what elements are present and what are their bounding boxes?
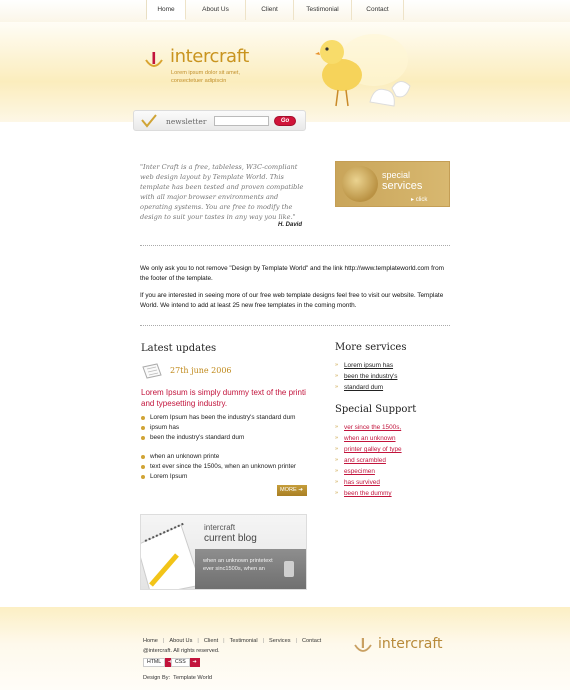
blog-text: when an unknown printetext ever sinc1500…: [203, 558, 273, 572]
nav-about-us[interactable]: About Us: [186, 0, 246, 20]
list-item[interactable]: » Lorem ipsum has: [335, 360, 450, 371]
design-credit: Design By: Template World: [143, 675, 212, 681]
list-item[interactable]: » been the dummy: [335, 488, 450, 499]
list-item[interactable]: » has survived: [335, 477, 450, 488]
footer-nav: Home | About Us | Client | Testimonial | Ser…: [143, 638, 322, 644]
double-arrow-icon: »: [335, 446, 339, 452]
double-arrow-icon: »: [335, 362, 339, 368]
special-services-banner[interactable]: special services ▸ click: [335, 161, 450, 207]
template-world-link[interactable]: Template World: [173, 675, 212, 681]
newsletter-go-button[interactable]: Go: [274, 116, 296, 126]
footer-link-about[interactable]: About Us: [169, 638, 192, 644]
chick-illustration: [315, 34, 411, 107]
double-arrow-icon: »: [335, 435, 339, 441]
copyright: @intercraft. All rights reserved.: [143, 648, 220, 654]
footer-logo-text: intercraft: [378, 636, 443, 652]
quote-author: H. David: [277, 222, 302, 228]
blog-title-1: intercraft: [204, 523, 236, 532]
list-item: Lorem Ipsum has been the industry's stan…: [141, 413, 311, 423]
list-item[interactable]: » especimen: [335, 466, 450, 477]
special-line2: services: [382, 180, 423, 192]
special-support-list: » ver since the 1500s, » when an unknown »…: [335, 422, 450, 499]
list-item[interactable]: » ver since the 1500s,: [335, 422, 450, 433]
newspaper-icon: [142, 363, 162, 379]
nav-home[interactable]: Home: [146, 0, 186, 20]
list-item: text ever since the 1500s, when an unkno…: [141, 462, 311, 472]
special-support-title: Special Support: [335, 404, 417, 415]
main-nav: Home About Us Client Testimonial Contact: [146, 0, 404, 20]
footer-link-services[interactable]: Services: [269, 638, 290, 644]
testimonial-quote: "Inter Craft is a free, tableless, W3C-c…: [140, 163, 304, 221]
footer: [0, 607, 570, 690]
divider: [140, 245, 450, 246]
brand-name[interactable]: intercraft: [170, 46, 249, 67]
footer-link-contact[interactable]: Contact: [302, 638, 321, 644]
double-arrow-icon: »: [335, 490, 339, 496]
latest-updates-title: Latest updates: [141, 343, 217, 354]
special-cta: click: [415, 197, 428, 203]
list-item: ipsum has: [141, 423, 311, 433]
blog-title-2: current blog: [204, 533, 257, 544]
footer-link-testimonial[interactable]: Testimonial: [230, 638, 258, 644]
list-item[interactable]: » been the industry's: [335, 371, 450, 382]
double-arrow-icon: »: [335, 373, 339, 379]
more-services-title: More services: [335, 342, 407, 353]
bullet-icon: [141, 426, 145, 430]
list-item: when an unknown printe: [141, 452, 311, 462]
footer-link-home[interactable]: Home: [143, 638, 158, 644]
more-button[interactable]: MORE ➔: [277, 485, 307, 496]
special-line1: special: [382, 170, 411, 180]
footer-logo-icon: [354, 638, 372, 652]
css-badge[interactable]: CSS ➔: [171, 658, 200, 667]
bullet-icon: [141, 455, 145, 459]
intro-paragraph-1: We only ask you to not remove "Design by…: [140, 265, 444, 282]
list-item[interactable]: » when an unknown: [335, 433, 450, 444]
intro-paragraph-2: If you are interested in seeing more of …: [140, 292, 444, 309]
divider: [140, 325, 450, 326]
header-banner: [0, 22, 570, 122]
current-blog-banner[interactable]: intercraft current blog when an unknown …: [140, 514, 307, 590]
bullet-icon: [141, 475, 145, 479]
double-arrow-icon: »: [335, 457, 339, 463]
special-click-link[interactable]: ▸ click: [411, 196, 427, 203]
checkmark-icon: [141, 114, 157, 128]
update-date: 27th june 2006: [170, 366, 232, 375]
bullet-icon: [141, 436, 145, 440]
coin-graphic: [342, 166, 378, 202]
double-arrow-icon: »: [335, 468, 339, 474]
double-arrow-icon: »: [335, 384, 339, 390]
list-item: Lorem Ipsum: [141, 472, 311, 482]
arrow-right-icon: ➔: [189, 658, 200, 667]
nav-contact[interactable]: Contact: [352, 0, 404, 20]
list-item[interactable]: » printer galley of type: [335, 444, 450, 455]
newsletter-label: newsletter: [166, 117, 207, 126]
bullet-icon: [141, 465, 145, 469]
notepad-pencil-icon: [141, 522, 201, 589]
brand-tagline: Lorem ipsum dolor sit amet, consectetuer…: [171, 70, 241, 84]
brand-logo-icon: [145, 52, 163, 67]
nav-client[interactable]: Client: [246, 0, 294, 20]
list-item[interactable]: » standard dum: [335, 382, 450, 393]
footer-link-client[interactable]: Client: [204, 638, 218, 644]
newsletter-email-input[interactable]: [214, 116, 269, 126]
nav-testimonial[interactable]: Testimonial: [294, 0, 352, 20]
more-services-list: » Lorem ipsum has » been the industry's » s…: [335, 360, 450, 393]
list-item: been the industry's standard dum: [141, 433, 311, 443]
update-headline[interactable]: Lorem Ipsum is simply dummy text of the …: [141, 387, 311, 409]
double-arrow-icon: »: [335, 424, 339, 430]
list-item[interactable]: » and scrambled: [335, 455, 450, 466]
double-arrow-icon: »: [335, 479, 339, 485]
update-list-1: Lorem Ipsum has been the industry's stan…: [141, 413, 311, 443]
update-list-2: when an unknown printe text ever since t…: [141, 452, 311, 482]
chevron-right-icon[interactable]: [284, 561, 294, 577]
newsletter-box: newsletter Go: [133, 110, 306, 131]
bullet-icon: [141, 416, 145, 420]
